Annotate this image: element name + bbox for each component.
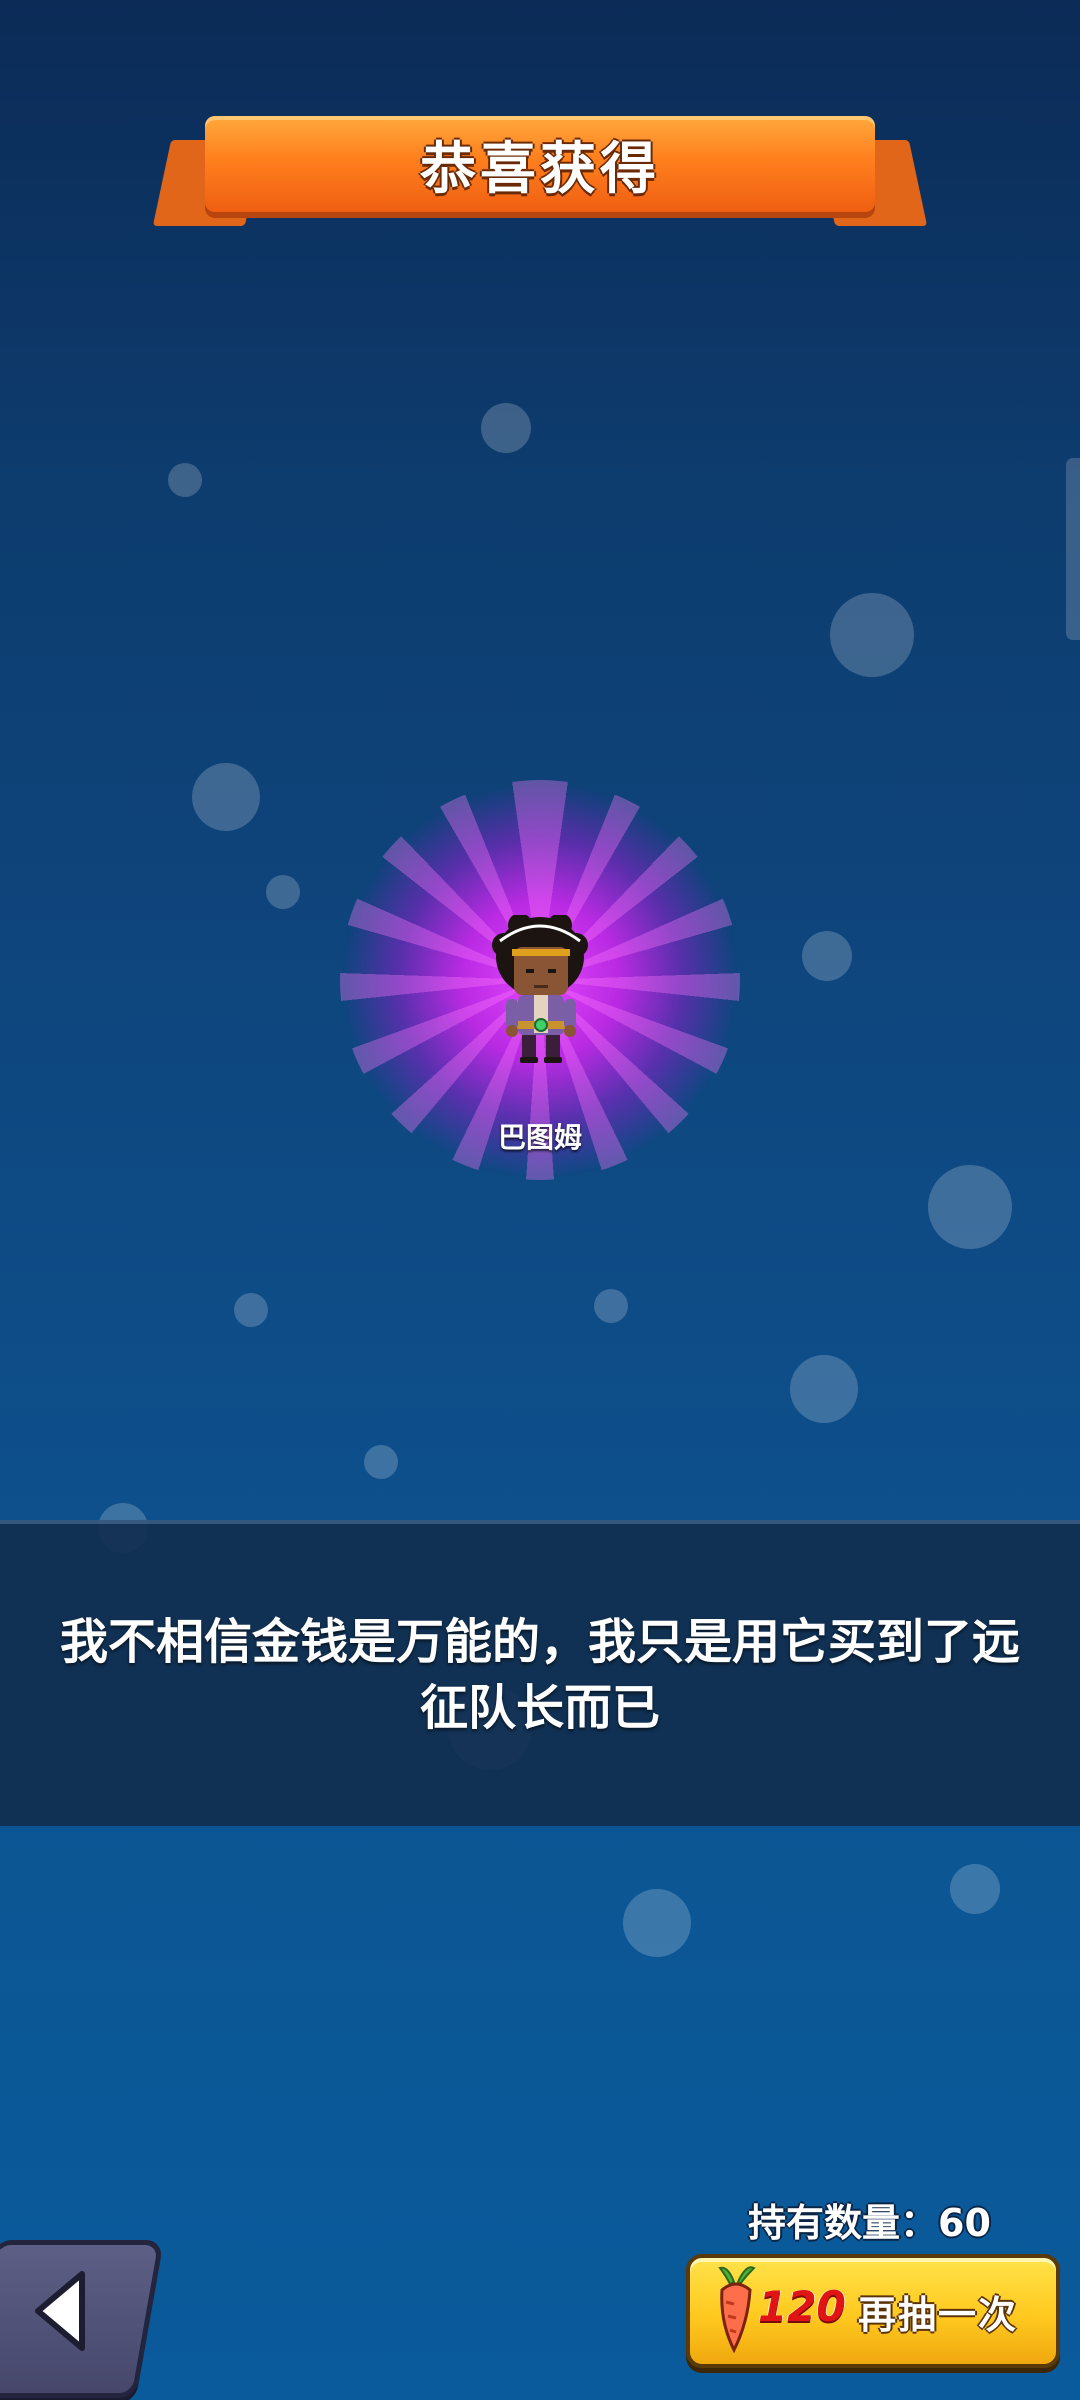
bubble	[802, 931, 852, 981]
draw-again-label: 再抽一次	[858, 2293, 1019, 2337]
bubble	[790, 1355, 858, 1423]
bubble	[950, 1864, 1000, 1914]
carrot-icon	[718, 2266, 756, 2354]
back-arrow-icon[interactable]	[30, 2266, 90, 2356]
quote-panel: 我不相信金钱是万能的，我只是用它买到了远征队长而已	[0, 1520, 1080, 1826]
bubble	[168, 463, 202, 497]
background-bubbles	[0, 0, 1080, 2400]
bubble	[623, 1889, 691, 1957]
draw-cost: 120	[758, 2282, 846, 2331]
bubble	[364, 1445, 398, 1479]
scroll-indicator[interactable]	[1066, 458, 1080, 640]
page-title: 恭喜获得	[420, 136, 660, 202]
bubble	[594, 1289, 628, 1323]
character-sprite[interactable]	[490, 915, 590, 1065]
bubble	[266, 875, 300, 909]
character-name: 巴图姆	[497, 1121, 582, 1154]
bubble	[192, 763, 260, 831]
bubble	[830, 593, 914, 677]
bubble	[481, 403, 531, 453]
bubble	[234, 1293, 268, 1327]
character-quote: 我不相信金钱是万能的，我只是用它买到了远征队长而已	[60, 1614, 1021, 1736]
ribbon-banner: 恭喜获得	[205, 116, 875, 212]
bubble	[928, 1165, 1012, 1249]
title-ribbon: 恭喜获得	[0, 0, 1080, 260]
owned-count: 持有数量：60	[748, 2201, 991, 2245]
